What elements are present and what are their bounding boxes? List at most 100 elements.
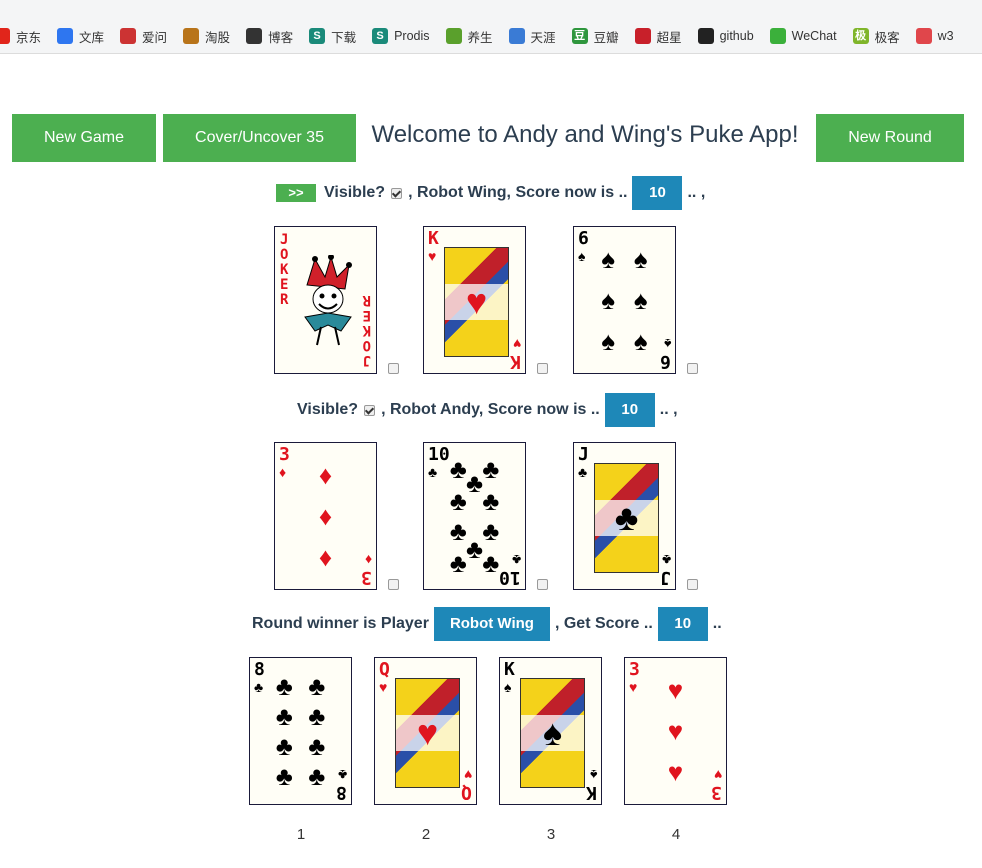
card-pip-icon: ♦: [318, 501, 333, 531]
bookmark-item[interactable]: 淘股: [183, 27, 230, 46]
card-rank: K: [428, 228, 439, 249]
bookmark-item[interactable]: 养生: [445, 27, 493, 46]
wechat-icon: [769, 28, 786, 44]
card-suit-icon: ♥: [428, 248, 437, 264]
card-pip-icon: ♣: [482, 453, 500, 484]
wing-card[interactable]: JOKER JOKER: [274, 226, 377, 374]
bookmark-label: WeChat: [791, 29, 837, 43]
face-card-art: ♥: [444, 247, 509, 357]
card-pips: ♥ ♥ ♥: [643, 672, 708, 790]
round-trail-text: ..: [712, 615, 722, 632]
bookmark-label: 极客: [874, 30, 900, 45]
round-card[interactable]: K ♠ K ♠ ♠: [499, 657, 602, 805]
card-suit-icon: ♣: [428, 464, 438, 480]
bookmark-item[interactable]: 豆豆瓣: [571, 27, 619, 46]
round-card[interactable]: Q ♥ Q ♥ ♥: [374, 657, 477, 805]
bookmark-item[interactable]: S 下载: [309, 27, 356, 46]
round-card[interactable]: 3 ♥ 3 ♥ ♥ ♥ ♥: [624, 657, 727, 805]
andy-player-text: , Robot Andy, Score now is ..: [381, 401, 600, 418]
bookmarks-bar: 京东 文库 爱问 淘股 博客 S 下载 S Prodis 养生 天涯豆豆瓣 超星 github WeCha…: [0, 0, 982, 54]
andy-card[interactable]: J ♣ J ♣ ♣: [573, 442, 676, 590]
card-pip-icon: ♣: [275, 731, 293, 762]
bookmark-item[interactable]: WeChat: [769, 28, 837, 44]
card-suit-icon: ♥: [629, 679, 638, 695]
bookmark-item[interactable]: 文库: [57, 27, 104, 46]
card-pip-icon: ♦: [318, 459, 333, 490]
card-pip-icon: ♣: [465, 534, 484, 565]
bookmark-label: 天涯: [530, 30, 556, 45]
bookmark-label: 京东: [16, 30, 42, 45]
andy-card[interactable]: 3 ♦ 3 ♦ ♦ ♦ ♦: [274, 442, 377, 590]
card-suit-icon: ♠: [504, 679, 512, 695]
cover-uncover-button[interactable]: Cover/Uncover 35: [163, 114, 356, 162]
douban-icon: 豆: [571, 28, 588, 44]
card-pip-icon: ♥: [667, 674, 684, 705]
andy-visible-checkbox[interactable]: [364, 404, 376, 416]
wing-card[interactable]: K ♥ K ♥ ♥: [423, 226, 526, 374]
bookmark-item[interactable]: 爱问: [120, 27, 167, 46]
face-card-art: ♥: [395, 678, 460, 788]
wing-card[interactable]: 6 ♠ 6 ♠ ♠ ♠ ♠ ♠ ♠ ♠: [573, 226, 676, 374]
star-icon: [634, 28, 651, 44]
bookmark-item[interactable]: 超星: [634, 27, 682, 46]
bookmark-item[interactable]: 天涯: [508, 27, 556, 46]
card-suit-icon: ♥: [512, 336, 521, 352]
horse-icon: [183, 28, 200, 44]
face-card-art: ♠: [520, 678, 585, 788]
andy-score-badge: 10: [604, 393, 655, 427]
bookmark-label: github: [719, 29, 754, 43]
new-game-button[interactable]: New Game: [12, 114, 156, 162]
bookmark-label: 爱问: [142, 30, 168, 45]
bookmark-item[interactable]: 博客: [246, 27, 293, 46]
bookmark-label: 豆瓣: [593, 30, 619, 45]
card-pip-icon: ♣: [308, 700, 326, 731]
bookmark-item[interactable]: S Prodis: [372, 28, 430, 44]
wing-card-checkbox[interactable]: [687, 363, 698, 374]
card-suit-icon: ♥: [463, 767, 472, 783]
card-rank: 3: [361, 567, 372, 588]
card-rank: 6: [660, 351, 671, 372]
script-icon: [246, 28, 263, 44]
bookmark-label: 养生: [467, 30, 493, 45]
next-turn-button[interactable]: >>: [276, 184, 316, 202]
new-round-button[interactable]: New Round: [816, 114, 964, 162]
round-card[interactable]: 8 ♣ 8 ♣ ♣ ♣ ♣ ♣ ♣ ♣ ♣ ♣: [249, 657, 352, 805]
card-pip-icon: ♣: [465, 467, 484, 498]
bookmark-label: w3: [937, 29, 954, 43]
wing-card-checkbox[interactable]: [388, 363, 399, 374]
card-pips: ♦ ♦ ♦: [293, 457, 358, 575]
card-index-label: 3: [546, 826, 556, 843]
card-suit-icon: ♥: [713, 767, 722, 783]
card-rank: K: [510, 351, 521, 372]
card-pip-icon: ♣: [308, 731, 326, 762]
card-suit-icon: ♥: [445, 284, 508, 320]
page-title: Welcome to Andy and Wing's Puke App!: [371, 121, 799, 148]
card-pip-icon: ♦: [318, 542, 333, 573]
card-pip-icon: ♠: [633, 326, 648, 357]
andy-card-checkbox[interactable]: [537, 579, 548, 590]
andy-card-checkbox[interactable]: [388, 579, 399, 590]
card-rank: 3: [711, 782, 722, 803]
andy-card-checkbox[interactable]: [687, 579, 698, 590]
s-icon: S: [309, 28, 326, 44]
andy-card[interactable]: 10 ♣ 10 ♣ ♣ ♣ ♣ ♣ ♣ ♣ ♣ ♣ ♣ ♣: [423, 442, 526, 590]
card-pip-icon: ♣: [449, 516, 467, 547]
bookmark-label: 博客: [268, 30, 294, 45]
face-card-art: ♣: [594, 463, 659, 573]
card-rank: Q: [461, 782, 472, 803]
card-pip-icon: ♥: [667, 716, 684, 746]
card-pip-icon: ♠: [601, 243, 616, 274]
bookmark-item[interactable]: 极极客: [852, 27, 900, 46]
bookmark-label: 下载: [331, 30, 357, 45]
bookmark-item[interactable]: 京东: [0, 27, 41, 46]
card-suit-icon: ♣: [254, 679, 264, 695]
card-pips: ♣ ♣ ♣ ♣ ♣ ♣ ♣ ♣: [268, 672, 333, 790]
andy-trail-text: .. ,: [659, 401, 678, 418]
bookmark-item[interactable]: github: [697, 28, 754, 44]
bookmark-item[interactable]: w3: [915, 28, 954, 44]
card-pip-icon: ♣: [308, 760, 326, 791]
wing-card-checkbox[interactable]: [537, 363, 548, 374]
wing-visible-checkbox[interactable]: [391, 187, 403, 199]
card-pip-icon: ♣: [482, 516, 500, 547]
card-rank: Q: [379, 659, 390, 680]
